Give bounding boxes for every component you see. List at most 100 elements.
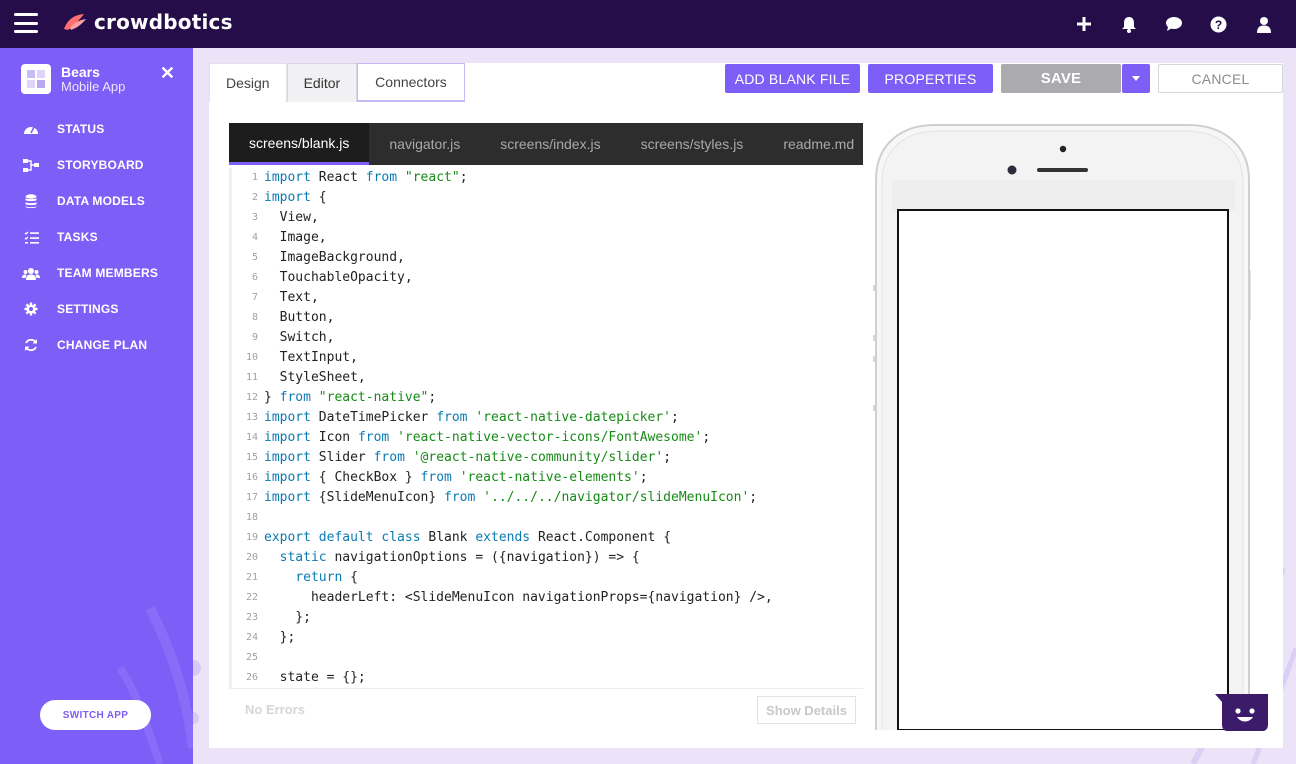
line-number: 14 xyxy=(245,432,258,443)
line-number: 2 xyxy=(251,192,258,203)
properties-button[interactable]: PROPERTIES xyxy=(868,64,993,93)
code-text: Text, xyxy=(264,290,319,305)
code-line: 18 xyxy=(232,508,863,528)
code-text: import {SlideMenuIcon} from '../../../na… xyxy=(264,490,758,505)
line-number: 13 xyxy=(245,412,258,423)
code-text: state = {}; xyxy=(264,670,366,685)
sidebar-nav: STATUS STORYBOARD DATA MODELS TASKS TEAM… xyxy=(0,111,193,363)
show-details-button[interactable]: Show Details xyxy=(757,696,856,724)
add-blank-file-button[interactable]: ADD BLANK FILE xyxy=(725,64,860,93)
file-tab-screens-blank[interactable]: screens/blank.js xyxy=(229,123,370,165)
switch-app-button[interactable]: SWITCH APP xyxy=(40,700,151,730)
app-icon xyxy=(21,64,51,94)
code-line: 3 View, xyxy=(232,208,863,228)
bell-icon[interactable] xyxy=(1106,0,1151,48)
code-line: 13 import DateTimePicker from 'react-nati… xyxy=(232,408,863,428)
support-chat-icon[interactable] xyxy=(1215,694,1268,731)
sidebar-item-data-models[interactable]: DATA MODELS xyxy=(0,183,193,219)
code-text: View, xyxy=(264,210,319,225)
brand-name: crowdbotics xyxy=(94,10,233,34)
close-icon[interactable]: ✕ xyxy=(160,64,175,82)
app-type: Mobile App xyxy=(61,79,126,94)
sidebar-item-tasks[interactable]: TASKS xyxy=(0,219,193,255)
line-number: 25 xyxy=(245,652,258,663)
line-number: 4 xyxy=(251,232,258,243)
code-text: import DateTimePicker from 'react-native… xyxy=(264,410,679,425)
sidebar-item-team-members[interactable]: TEAM MEMBERS xyxy=(0,255,193,291)
save-options-dropdown[interactable] xyxy=(1122,64,1150,93)
hamburger-menu-icon[interactable] xyxy=(14,13,38,33)
view-tabs: Design Editor Connectors xyxy=(209,63,465,102)
code-text: Button, xyxy=(264,310,335,325)
code-area[interactable]: 1 import React from "react"; 2 import {3 Vi… xyxy=(229,168,863,688)
code-line: 11 StyleSheet, xyxy=(232,368,863,388)
line-number: 5 xyxy=(251,252,258,263)
editor-status-bar: No Errors Show Details xyxy=(229,688,863,728)
users-icon xyxy=(22,265,40,281)
code-line: 14 import Icon from 'react-native-vector-… xyxy=(232,428,863,448)
file-tab-screens-styles[interactable]: screens/styles.js xyxy=(621,123,764,165)
line-number: 7 xyxy=(251,292,258,303)
brand-logo[interactable]: crowdbotics xyxy=(62,10,233,34)
sidebar: Bears Mobile App ✕ STATUS STORYBOARD DAT… xyxy=(0,48,193,764)
gear-icon xyxy=(22,301,40,317)
sidebar-item-status[interactable]: STATUS xyxy=(0,111,193,147)
line-number: 26 xyxy=(245,672,258,683)
file-tab-readme[interactable]: readme.md xyxy=(763,123,874,165)
code-line: 26 state = {}; xyxy=(232,668,863,688)
svg-text:?: ? xyxy=(1215,18,1222,32)
code-text: TouchableOpacity, xyxy=(264,270,413,285)
code-text: ImageBackground, xyxy=(264,250,405,265)
line-number: 16 xyxy=(245,472,258,483)
code-text: Switch, xyxy=(264,330,335,345)
crowdbotics-logo-icon xyxy=(64,14,86,30)
line-number: 12 xyxy=(245,392,258,403)
file-tab-screens-index[interactable]: screens/index.js xyxy=(480,123,620,165)
line-number: 19 xyxy=(245,532,258,543)
code-line: 9 Switch, xyxy=(232,328,863,348)
tasks-icon xyxy=(22,229,40,245)
line-number: 3 xyxy=(251,212,258,223)
code-line: 22 headerLeft: <SlideMenuIcon navigation… xyxy=(232,588,863,608)
line-number: 1 xyxy=(251,172,258,183)
code-text: return { xyxy=(295,570,358,585)
code-line: 16 import { CheckBox } from 'react-native… xyxy=(232,468,863,488)
code-text: } from "react-native"; xyxy=(264,390,437,405)
plus-icon[interactable] xyxy=(1061,0,1106,48)
chevron-down-icon xyxy=(1132,76,1140,81)
tab-design[interactable]: Design xyxy=(209,63,287,102)
tab-connectors[interactable]: Connectors xyxy=(357,63,465,102)
line-number: 8 xyxy=(251,312,258,323)
app-name: Bears xyxy=(61,64,100,80)
sidebar-item-storyboard[interactable]: STORYBOARD xyxy=(0,147,193,183)
refresh-icon xyxy=(22,337,40,353)
line-number: 20 xyxy=(245,552,258,563)
code-line: 21 return { xyxy=(232,568,863,588)
code-line: 15 import Slider from '@react-native-comm… xyxy=(232,448,863,468)
user-icon[interactable] xyxy=(1241,0,1286,48)
app-header: Bears Mobile App ✕ xyxy=(21,64,181,98)
save-button[interactable]: SAVE xyxy=(1001,64,1121,93)
line-number: 9 xyxy=(251,332,258,343)
code-line: 10 TextInput, xyxy=(232,348,863,368)
code-editor: screens/blank.js navigator.js screens/in… xyxy=(229,123,863,728)
line-number: 23 xyxy=(245,612,258,623)
tab-editor[interactable]: Editor xyxy=(286,63,358,102)
code-line: 24 }; xyxy=(232,628,863,648)
line-number: 21 xyxy=(245,572,258,583)
chat-icon[interactable] xyxy=(1151,0,1196,48)
code-text: headerLeft: <SlideMenuIcon navigationPro… xyxy=(264,590,773,605)
cancel-button[interactable]: CANCEL xyxy=(1158,64,1283,93)
code-text: import React from "react"; xyxy=(264,170,468,185)
line-number: 17 xyxy=(245,492,258,503)
sitemap-icon xyxy=(22,157,40,173)
file-tabs: screens/blank.js navigator.js screens/in… xyxy=(229,123,863,165)
sidebar-item-change-plan[interactable]: CHANGE PLAN xyxy=(0,327,193,363)
file-tab-navigator[interactable]: navigator.js xyxy=(369,123,480,165)
code-line: 17 import {SlideMenuIcon} from '../../../… xyxy=(232,488,863,508)
code-line: 1 import React from "react"; xyxy=(232,168,863,188)
code-text: TextInput, xyxy=(264,350,358,365)
sidebar-item-settings[interactable]: SETTINGS xyxy=(0,291,193,327)
code-text: StyleSheet, xyxy=(264,370,366,385)
help-icon[interactable]: ? xyxy=(1196,0,1241,48)
